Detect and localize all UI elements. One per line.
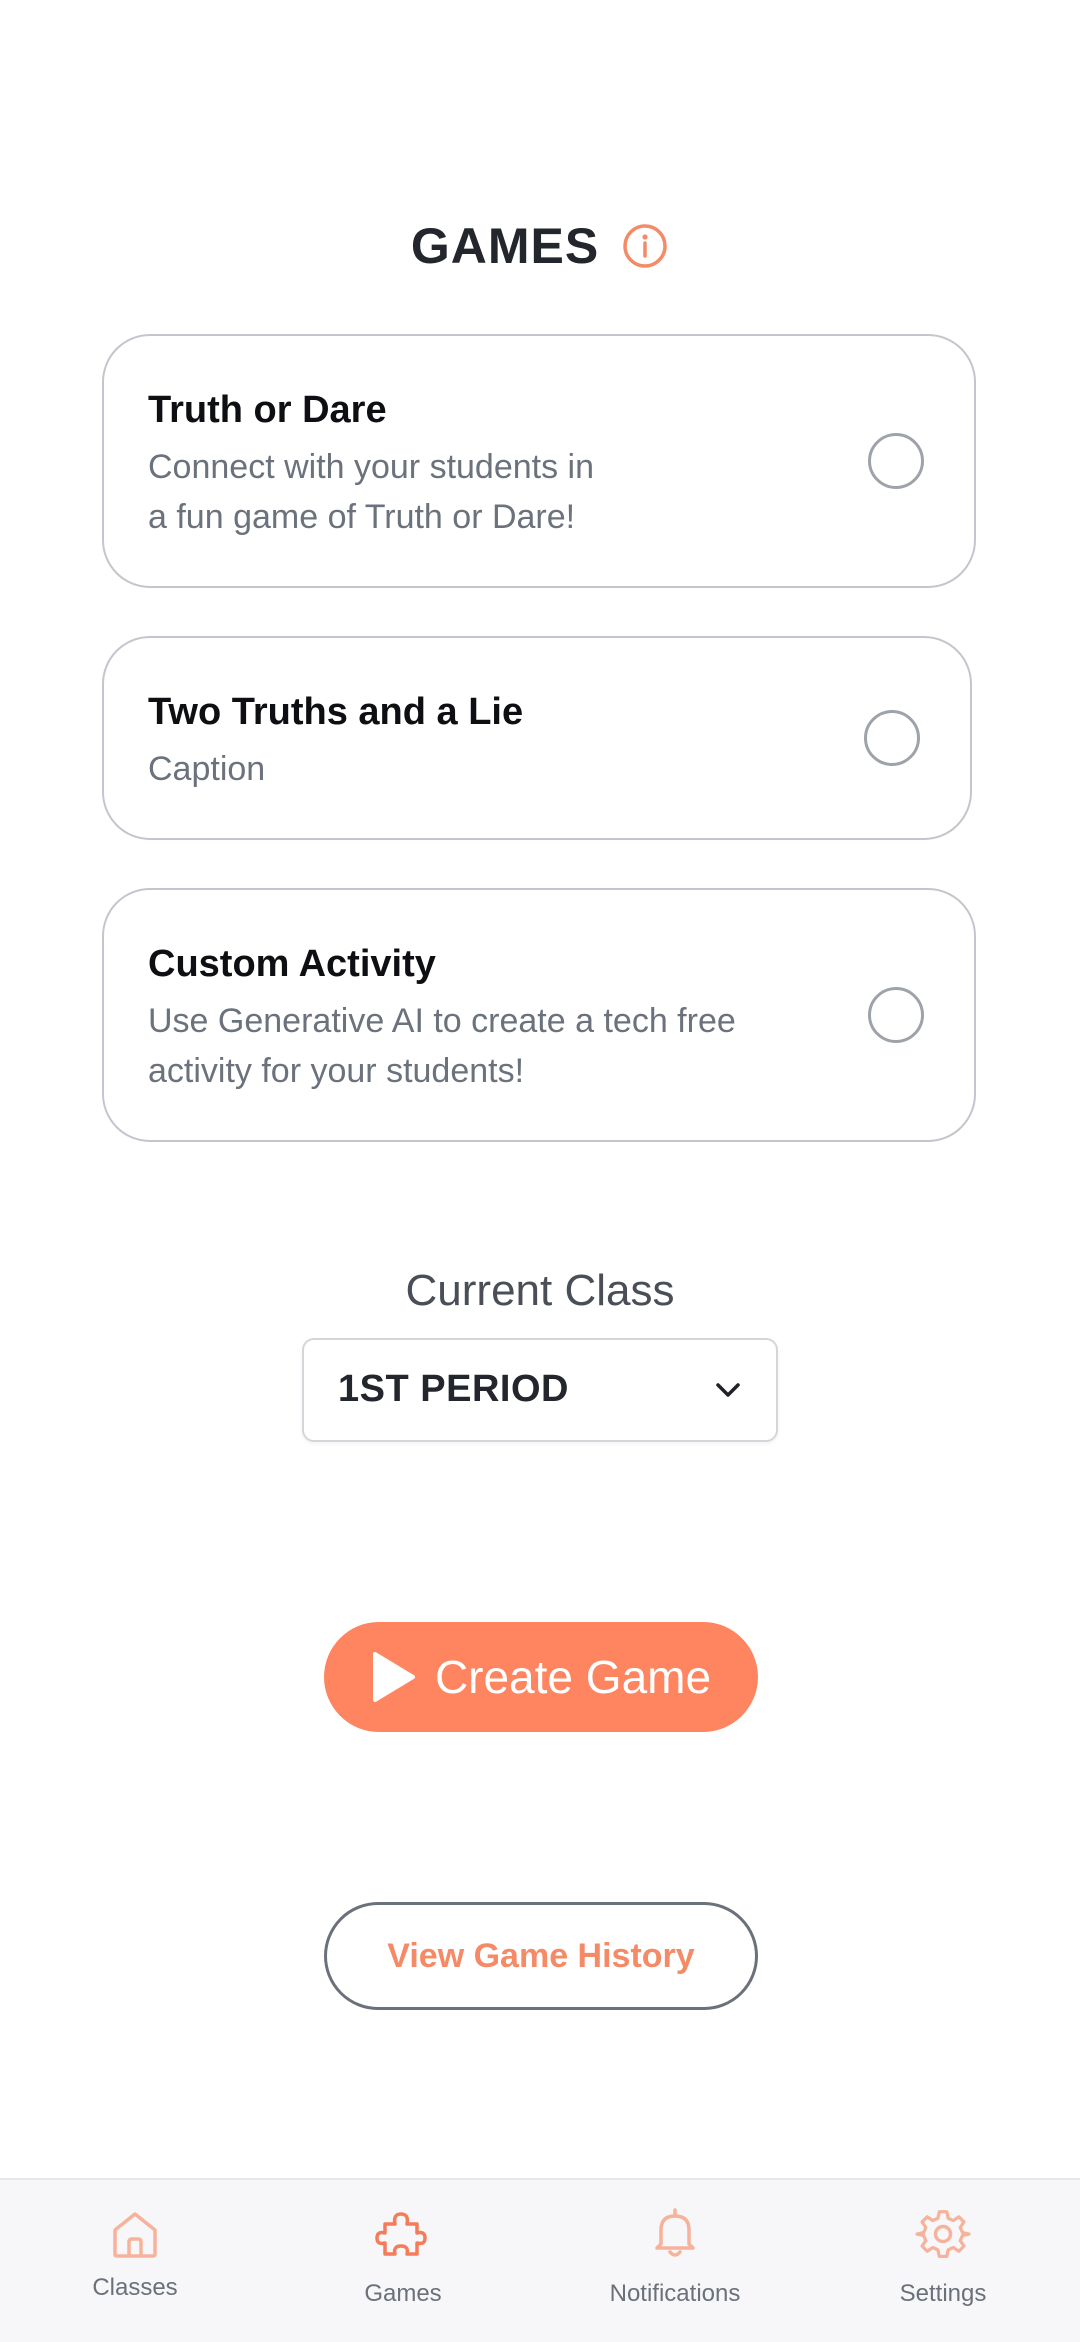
game-title: Custom Activity xyxy=(148,943,436,985)
game-caption: Connect with your students in a fun game… xyxy=(148,448,595,536)
class-dropdown-value: 1ST PERIOD xyxy=(338,1368,569,1410)
tab-label: Classes xyxy=(92,2274,178,2301)
tab-label: Games xyxy=(364,2280,442,2307)
current-class-label: Current Class xyxy=(405,1266,675,1315)
game-card-two-truths[interactable]: Two Truths and a Lie Caption xyxy=(102,636,972,840)
game-radio[interactable] xyxy=(864,710,920,766)
game-title: Two Truths and a Lie xyxy=(148,691,524,733)
bottom-tab-bar: Classes Games Notifications Settings xyxy=(0,2178,1080,2342)
tab-label: Settings xyxy=(899,2280,987,2307)
game-caption: Use Generative AI to create a tech free … xyxy=(148,1002,736,1090)
game-radio[interactable] xyxy=(868,433,924,489)
create-game-button[interactable]: Create Game xyxy=(324,1622,758,1732)
view-game-history-label: View Game History xyxy=(387,1936,695,1975)
game-title: Truth or Dare xyxy=(148,389,387,431)
chevron-down-icon xyxy=(712,1374,744,1406)
game-card-custom-activity[interactable]: Custom Activity Use Generative AI to cre… xyxy=(102,888,976,1142)
home-icon xyxy=(107,2206,163,2262)
tab-settings[interactable]: Settings xyxy=(808,2180,1078,2342)
game-caption: Caption xyxy=(148,750,266,788)
page-title: GAMES xyxy=(410,218,600,274)
puzzle-icon xyxy=(375,2206,431,2262)
page-header: GAMES xyxy=(0,214,1080,278)
class-dropdown[interactable]: 1ST PERIOD xyxy=(302,1338,778,1442)
tab-notifications[interactable]: Notifications xyxy=(540,2180,810,2342)
view-game-history-button[interactable]: View Game History xyxy=(324,1902,758,2010)
tab-games[interactable]: Games xyxy=(268,2180,538,2342)
gear-icon xyxy=(915,2206,971,2262)
tab-classes[interactable]: Classes xyxy=(0,2180,270,2342)
bell-icon xyxy=(647,2206,703,2262)
info-icon[interactable] xyxy=(621,222,669,270)
play-icon xyxy=(371,1650,417,1704)
game-card-truth-or-dare[interactable]: Truth or Dare Connect with your students… xyxy=(102,334,976,588)
create-game-label: Create Game xyxy=(434,1651,712,1703)
tab-label: Notifications xyxy=(609,2280,741,2307)
game-radio[interactable] xyxy=(868,987,924,1043)
